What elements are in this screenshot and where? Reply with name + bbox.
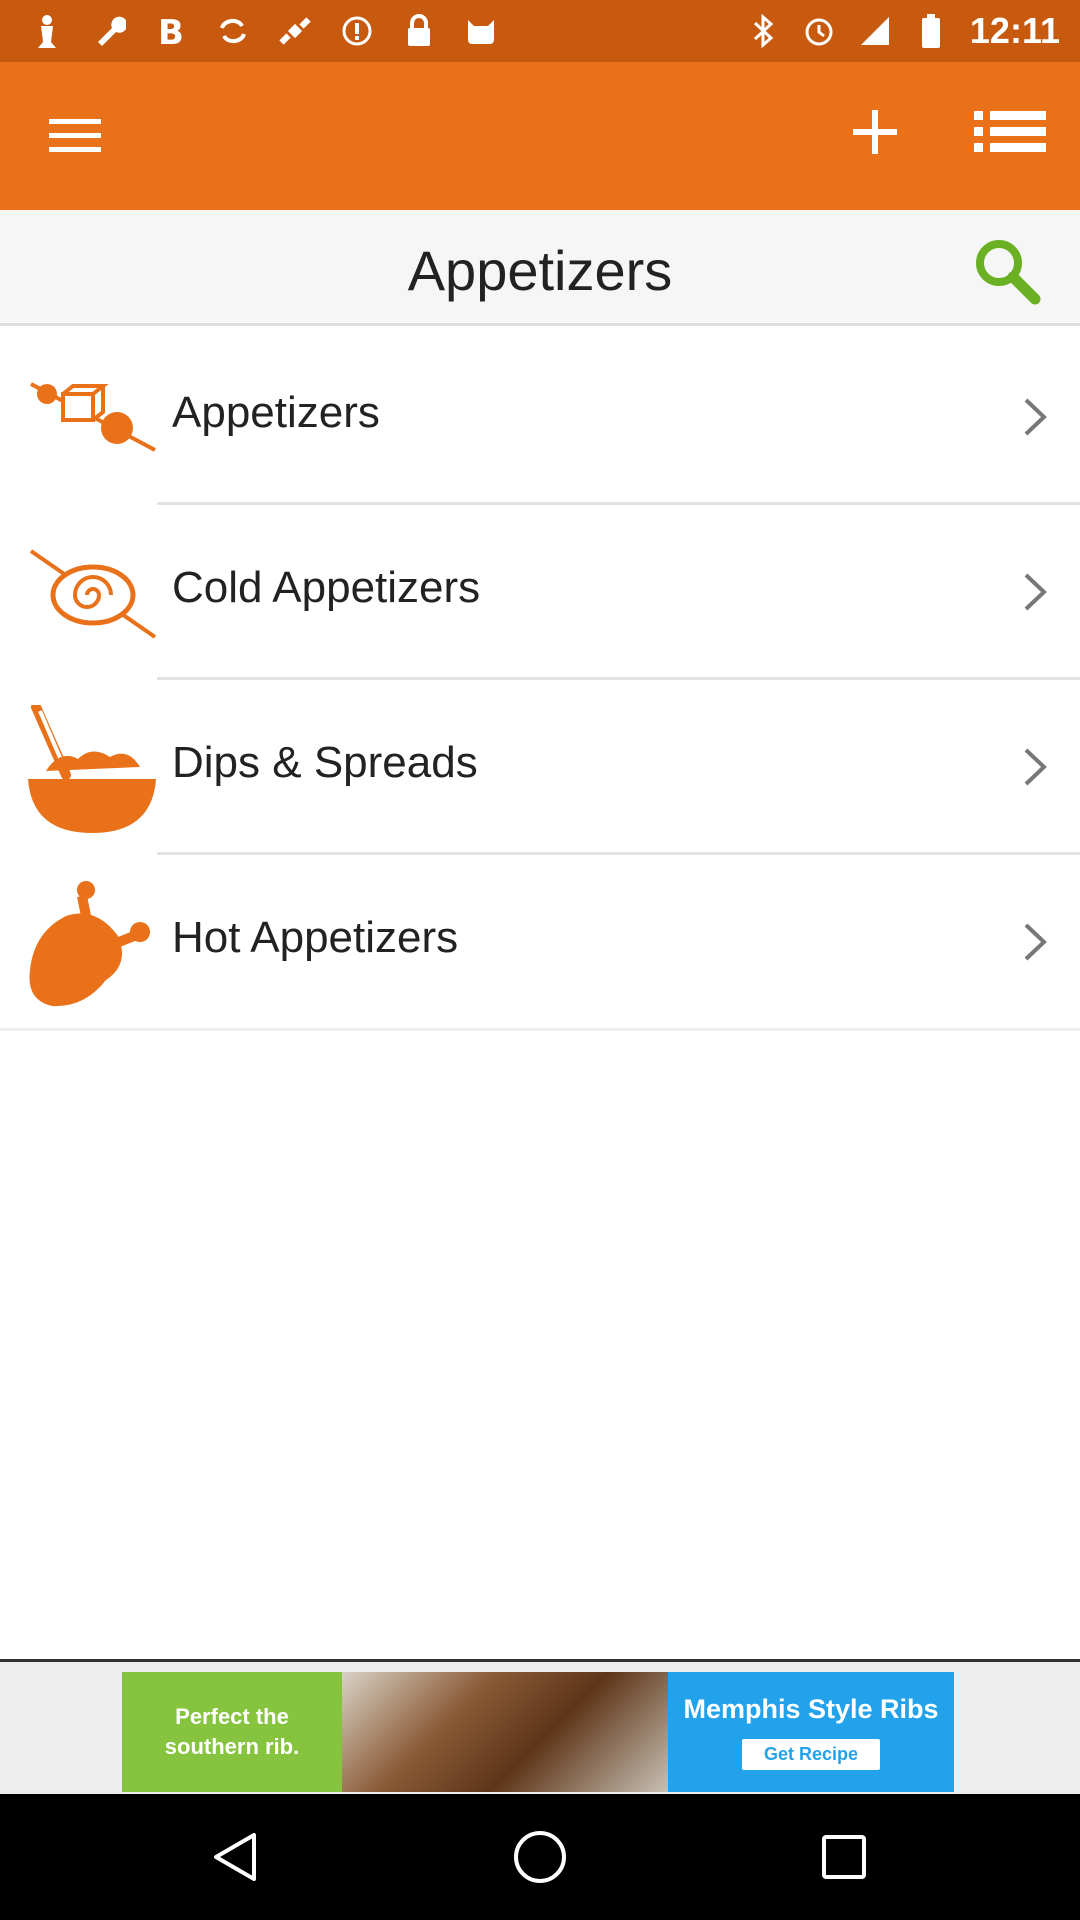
list-item-label: Cold Appetizers xyxy=(172,563,481,612)
chevron-right-icon xyxy=(1024,923,1047,961)
back-triangle-icon[interactable] xyxy=(200,1824,270,1890)
signal-icon xyxy=(858,14,892,48)
alarm-icon xyxy=(802,14,836,48)
home-circle-icon[interactable] xyxy=(505,1824,575,1890)
plus-icon[interactable] xyxy=(840,92,910,172)
battery-icon xyxy=(914,14,948,48)
chevron-right-icon xyxy=(1024,573,1047,611)
ad-get-recipe-button[interactable]: Get Recipe xyxy=(741,1739,881,1770)
chevron-right-icon xyxy=(1024,748,1047,786)
ad-banner-container: Perfect the southern rib. Memphis Style … xyxy=(0,1659,1080,1794)
skewer-icon xyxy=(26,360,158,480)
notification-icons: B xyxy=(0,14,498,48)
lock-icon xyxy=(402,14,436,48)
ad-banner[interactable]: Perfect the southern rib. Memphis Style … xyxy=(122,1672,954,1792)
ad-tagline: Perfect the southern rib. xyxy=(122,1672,342,1792)
recents-square-icon[interactable] xyxy=(809,1824,879,1890)
bluetooth-icon xyxy=(746,14,780,48)
ad-ribs-image xyxy=(342,1672,668,1792)
app-bar xyxy=(0,62,1080,210)
dip-bowl-icon xyxy=(26,705,158,833)
list-view-icon[interactable] xyxy=(968,92,1052,172)
list-item-label: Appetizers xyxy=(172,388,380,437)
list-item-dips-spreads[interactable]: Dips & Spreads xyxy=(0,680,1080,855)
page-title: Appetizers xyxy=(407,239,673,302)
divider xyxy=(0,1028,1080,1031)
clock: 12:11 xyxy=(969,10,1060,51)
roll-skewer-icon xyxy=(26,535,158,655)
navigation-bar xyxy=(0,1794,1080,1920)
page-header: Appetizers xyxy=(0,210,1080,326)
sync-icon xyxy=(216,14,250,48)
bold-b-icon: B xyxy=(154,14,188,48)
category-list: Appetizers Cold Appetizers Dips & Spread… xyxy=(0,330,1080,1030)
list-item-cold-appetizers[interactable]: Cold Appetizers xyxy=(0,505,1080,680)
list-item-label: Hot Appetizers xyxy=(172,913,459,962)
wrench-icon xyxy=(92,14,126,48)
list-item-hot-appetizers[interactable]: Hot Appetizers xyxy=(0,855,1080,1030)
alert-icon xyxy=(340,14,374,48)
cat-icon xyxy=(464,14,498,48)
svg-text:B: B xyxy=(158,14,184,48)
chess-icon xyxy=(30,14,64,48)
search-icon[interactable] xyxy=(966,230,1046,310)
chicken-leg-icon xyxy=(26,881,158,1007)
satellite-icon xyxy=(278,14,312,48)
status-bar: B 12:11 xyxy=(0,0,1080,62)
chevron-right-icon xyxy=(1024,398,1047,436)
list-item-appetizers[interactable]: Appetizers xyxy=(0,330,1080,505)
ad-headline: Memphis Style Ribs xyxy=(683,1694,939,1724)
ad-callout: Memphis Style Ribs Get Recipe xyxy=(668,1672,954,1792)
list-item-label: Dips & Spreads xyxy=(172,738,478,787)
system-icons: 12:11 xyxy=(746,10,1080,52)
hamburger-menu-icon[interactable] xyxy=(40,104,110,168)
